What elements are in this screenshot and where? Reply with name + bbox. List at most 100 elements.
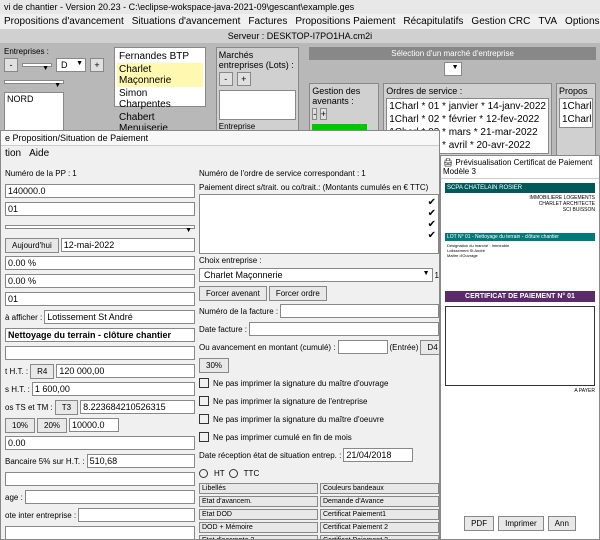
today-btn[interactable]: Aujourd'hui bbox=[5, 238, 59, 253]
minus-btn[interactable]: - bbox=[4, 58, 18, 72]
selection-drop[interactable] bbox=[444, 62, 462, 76]
banc-val[interactable]: 510,68 bbox=[87, 454, 195, 468]
order-1[interactable]: 1Charl * 02 * février * 12-fev-2022 bbox=[388, 113, 547, 126]
entreprise-list[interactable]: Fernandes BTP Charlet Maçonnerie Simon C… bbox=[114, 47, 206, 107]
d-cert1[interactable]: Certificat Paiement1 bbox=[320, 509, 439, 520]
ent-item-0[interactable]: Fernandes BTP bbox=[117, 50, 203, 63]
blank2[interactable] bbox=[5, 472, 195, 486]
tsv[interactable]: 1 600,00 bbox=[32, 382, 195, 396]
v1-field[interactable]: 140000.0 bbox=[5, 184, 195, 198]
p000[interactable]: 0.00 bbox=[5, 436, 195, 450]
d-coul[interactable]: Couleurs bandeaux bbox=[320, 483, 439, 494]
forcer-av[interactable]: Forcer avenant bbox=[199, 286, 267, 301]
marches-list[interactable] bbox=[219, 90, 297, 120]
cb4[interactable] bbox=[199, 432, 209, 442]
age-label: age : bbox=[5, 493, 23, 502]
date-field[interactable]: 12-mai-2022 bbox=[61, 238, 195, 252]
ht-label: t H.T. : bbox=[5, 367, 28, 376]
p30[interactable]: 30% bbox=[199, 358, 229, 373]
cert-hdr1: SCPA CHATELAIN ROSIER bbox=[445, 183, 595, 193]
chk4: Ne pas imprimer cumulé en fin de mois bbox=[213, 433, 352, 442]
drop-1[interactable] bbox=[22, 63, 52, 67]
prev-ann-btn[interactable]: Ann bbox=[548, 516, 576, 531]
r4[interactable]: R4 bbox=[30, 364, 54, 379]
t3[interactable]: T3 bbox=[55, 400, 78, 415]
p10[interactable]: 10% bbox=[5, 418, 35, 433]
dlg-menu-aide[interactable]: Aide bbox=[29, 148, 49, 159]
os-label: Numéro de l'ordre de service corresponda… bbox=[199, 169, 359, 178]
d-etatdod[interactable]: Etat DOD bbox=[199, 509, 318, 520]
d4[interactable]: D4 bbox=[420, 340, 440, 355]
o2-0[interactable]: 1Charl bbox=[561, 100, 591, 113]
d-lib[interactable]: Libellés bbox=[199, 483, 318, 494]
imprimer-btn[interactable]: Imprimer bbox=[498, 516, 544, 531]
lot-field[interactable]: Lotissement St André bbox=[44, 310, 195, 324]
m-plus[interactable]: + bbox=[237, 72, 251, 86]
a-payer: A PAYER bbox=[445, 388, 595, 394]
inter-f[interactable] bbox=[78, 508, 195, 522]
d-dodmem[interactable]: DOD + Mémoire bbox=[199, 522, 318, 533]
r-ht1[interactable] bbox=[199, 469, 208, 478]
z3[interactable]: 01 bbox=[5, 292, 195, 306]
menu-crc[interactable]: Gestion CRC bbox=[471, 16, 530, 27]
checklist[interactable]: ✔✔✔✔ bbox=[199, 194, 439, 254]
age-f[interactable] bbox=[25, 490, 195, 504]
blank3[interactable] bbox=[5, 526, 195, 540]
d-demande[interactable]: Demande d'Avance bbox=[320, 496, 439, 507]
avenants-label: Gestion des avenants : bbox=[312, 86, 376, 106]
ent-item-2[interactable]: Simon Charpentes bbox=[117, 87, 203, 111]
cert-table bbox=[445, 306, 595, 386]
v2-field[interactable]: 01 bbox=[5, 202, 195, 216]
d-etatav[interactable]: Etat d'avancem. bbox=[199, 496, 318, 507]
recep-date[interactable]: 21/04/2018 bbox=[343, 448, 413, 462]
menu-recap[interactable]: Récapitulatifs bbox=[403, 16, 463, 27]
cumul-f[interactable] bbox=[338, 340, 388, 354]
server-label: Serveur : DESKTOP-I7PO1HA.cm2i bbox=[0, 29, 600, 43]
orders2[interactable]: 1Charl 1Charl bbox=[559, 98, 593, 128]
d-cert3[interactable]: Certificat Paiement 3 bbox=[320, 535, 439, 540]
cb3[interactable] bbox=[199, 414, 209, 424]
plus-btn[interactable]: + bbox=[90, 58, 104, 72]
r-ttc1[interactable] bbox=[229, 469, 238, 478]
chk2: Ne pas imprimer la signature de l'entrep… bbox=[213, 397, 367, 406]
aff-label: à afficher : bbox=[5, 313, 42, 322]
order-0[interactable]: 1Charl * 01 * janvier * 14-janv-2022 bbox=[388, 100, 547, 113]
forcer-ord[interactable]: Forcer ordre bbox=[269, 286, 327, 301]
menu-prop-paiement[interactable]: Propositions Paiement bbox=[295, 16, 395, 27]
d-acpt2[interactable]: Etat d'acompte 2 bbox=[199, 535, 318, 540]
preview-window: Prévisualisation Certificat de Paiement … bbox=[440, 155, 600, 540]
menu-propositions[interactable]: Propositions d'avancement bbox=[4, 16, 124, 27]
cb2[interactable] bbox=[199, 396, 209, 406]
a-plus[interactable]: + bbox=[320, 108, 327, 120]
menu-factures[interactable]: Factures bbox=[248, 16, 287, 27]
a-minus[interactable]: - bbox=[312, 108, 317, 120]
datefact-f[interactable] bbox=[249, 322, 439, 336]
blank1[interactable] bbox=[5, 346, 195, 360]
o2-1[interactable]: 1Charl bbox=[561, 113, 591, 126]
t3v[interactable]: 8.223684210526315 bbox=[80, 400, 195, 414]
p10000[interactable]: 10000.0 bbox=[69, 418, 119, 432]
numfact-f[interactable] bbox=[280, 304, 439, 318]
pdf-btn[interactable]: PDF bbox=[464, 516, 494, 531]
lot-desc: Nettoyage du terrain - clôture chantier bbox=[5, 328, 195, 342]
d-cert2[interactable]: Certificat Paiement 2 bbox=[320, 522, 439, 533]
menu-situations[interactable]: Situations d'avancement bbox=[132, 16, 241, 27]
ht1: HT bbox=[214, 469, 225, 478]
cumul-label: Ou avancement en montant (cumulé) : bbox=[199, 343, 336, 352]
z2[interactable]: 0.00 % bbox=[5, 274, 195, 288]
p20[interactable]: 20% bbox=[37, 418, 67, 433]
z1[interactable]: 0.00 % bbox=[5, 256, 195, 270]
cert-lot: LOT N° 01 - Nettoyage du terrain - clôtu… bbox=[445, 233, 595, 241]
menu-tva[interactable]: TVA bbox=[538, 16, 557, 27]
r4v[interactable]: 120 000,00 bbox=[56, 364, 195, 378]
choix-num: 1 bbox=[435, 271, 439, 280]
dlg-menu-tion[interactable]: tion bbox=[5, 148, 21, 159]
choix-drop[interactable]: Charlet Maçonnerie bbox=[199, 268, 433, 282]
drop-empty2[interactable] bbox=[5, 225, 195, 229]
drop-empty[interactable] bbox=[4, 80, 64, 84]
ent-item-1[interactable]: Charlet Maçonnerie bbox=[117, 63, 203, 87]
cb1[interactable] bbox=[199, 378, 209, 388]
menu-options[interactable]: Options bbox=[565, 16, 599, 27]
drop-d[interactable]: D bbox=[56, 58, 86, 72]
m-minus[interactable]: - bbox=[219, 72, 233, 86]
